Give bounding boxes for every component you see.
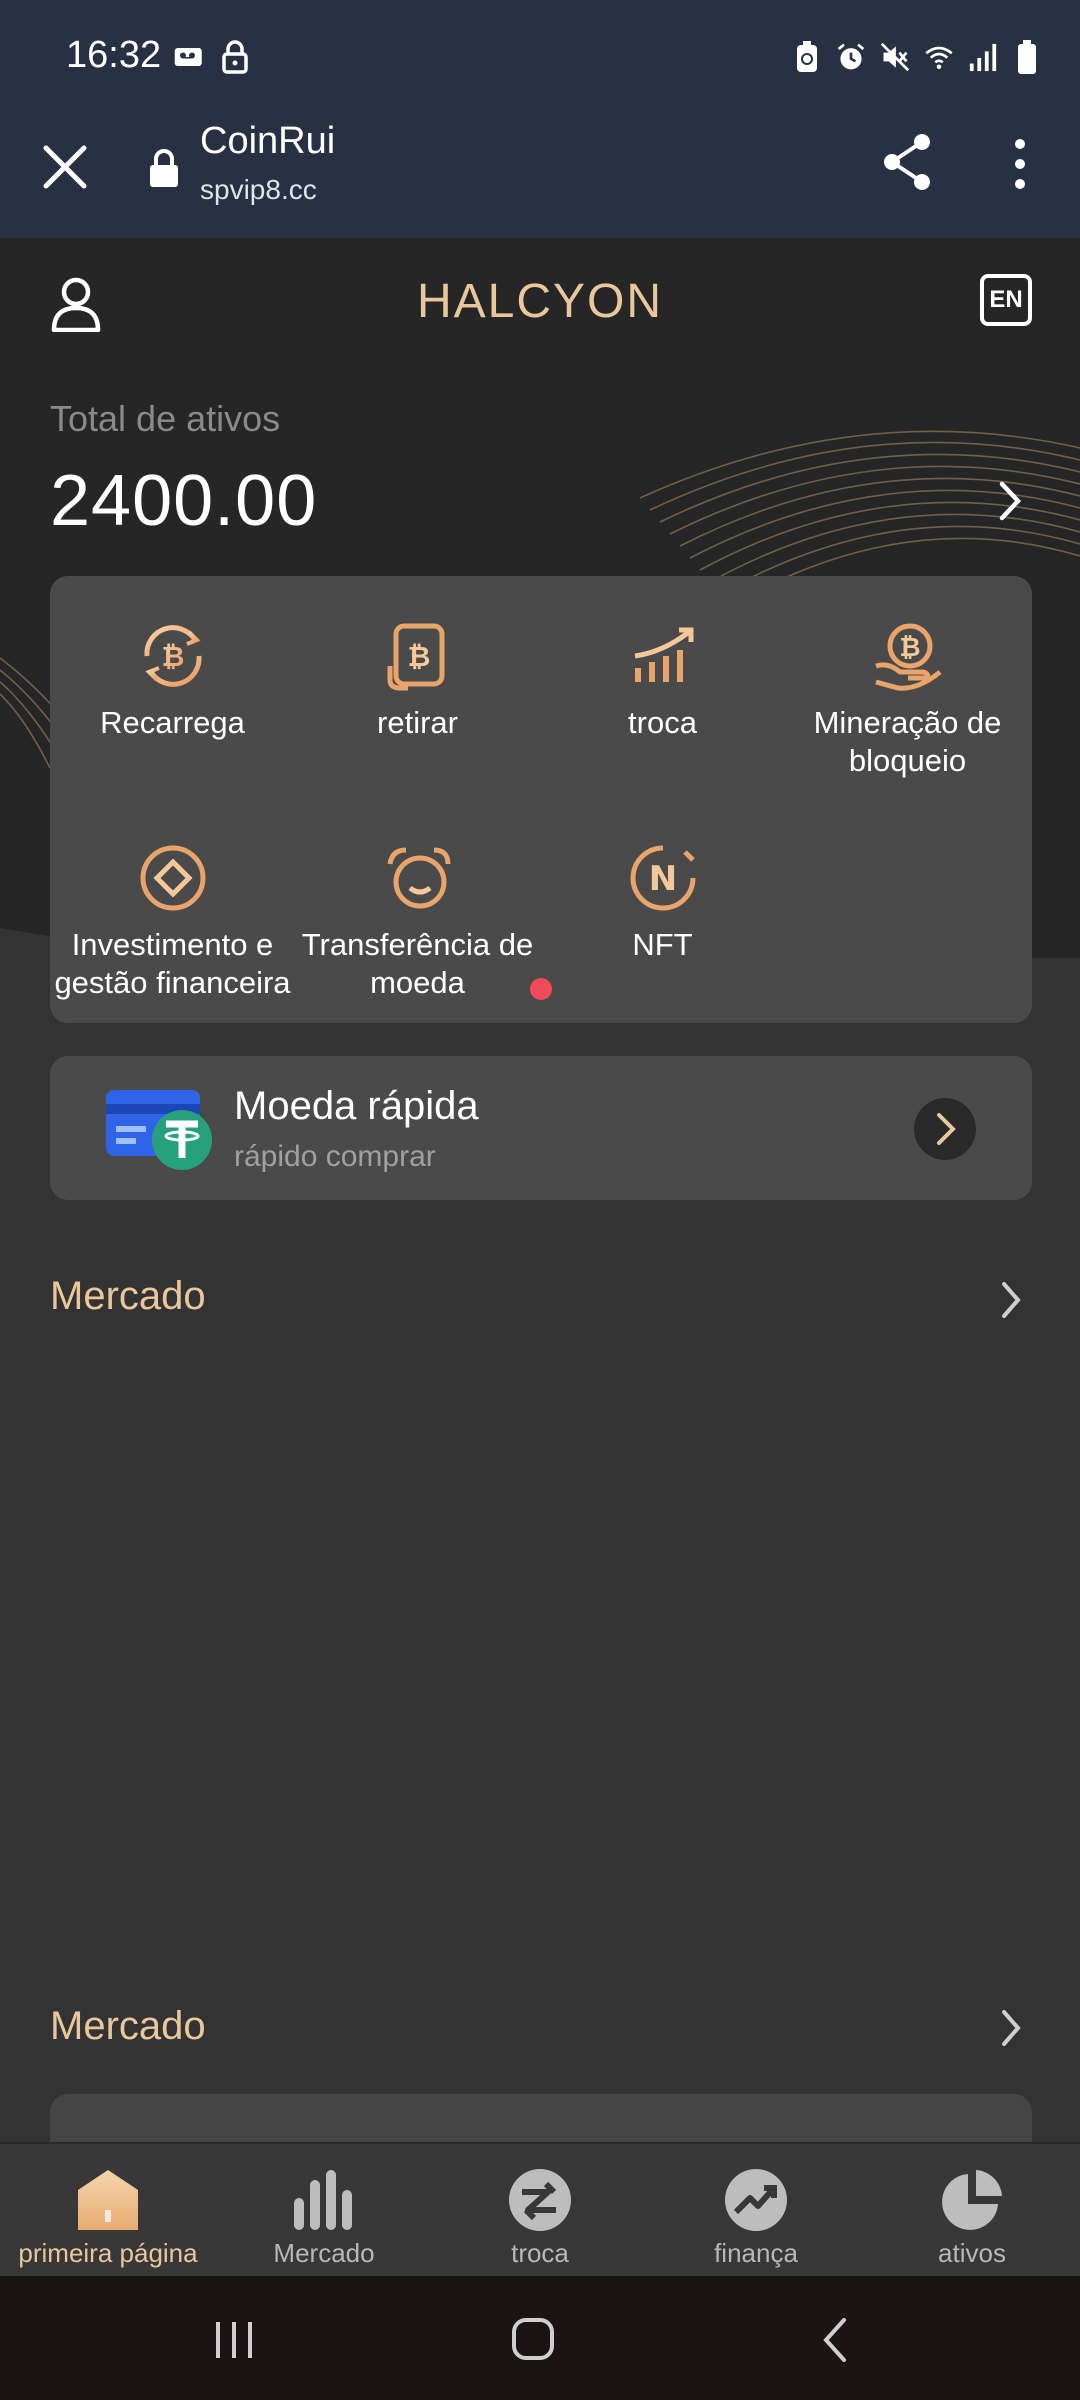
quick-buy-title: Moeda rápida: [234, 1084, 479, 1128]
nav-label: primeira página: [18, 2238, 198, 2268]
status-time: 16:32: [66, 34, 162, 76]
status-right-icons: [792, 40, 1042, 74]
bars-icon: [290, 2166, 358, 2234]
battery-saver-icon: [792, 40, 822, 74]
wifi-icon: [924, 40, 954, 74]
site-title: CoinRui: [200, 120, 336, 162]
nft-icon: N: [623, 838, 703, 918]
action-label: NFT: [632, 927, 693, 962]
action-recharge[interactable]: ₿ Recarrega: [50, 616, 295, 742]
nav-label: troca: [511, 2238, 569, 2268]
chevron-right-icon[interactable]: [996, 1278, 1026, 1322]
share-icon[interactable]: [880, 132, 936, 192]
lock-icon: [148, 148, 180, 188]
assets-value: 2400.00: [50, 461, 318, 541]
chevron-right-icon[interactable]: [914, 1098, 976, 1160]
bitcoin-hand-icon: ₿: [868, 616, 948, 696]
action-investment[interactable]: Investimento e gestão financeira: [50, 838, 295, 1002]
action-label: Mineração de bloqueio: [813, 705, 1002, 778]
svg-text:N: N: [648, 859, 676, 899]
action-trade[interactable]: troca: [540, 616, 785, 742]
alarm-icon: [836, 40, 866, 74]
back-icon[interactable]: [808, 2312, 868, 2368]
action-label: troca: [628, 705, 697, 740]
home-button-icon[interactable]: [504, 2312, 564, 2368]
svg-text:₿: ₿: [161, 640, 184, 673]
action-withdraw[interactable]: ₿ retirar: [295, 616, 540, 742]
nav-home[interactable]: primeira página: [0, 2144, 216, 2278]
alarm-smile-icon: [378, 838, 458, 918]
action-label: retirar: [377, 705, 458, 740]
svg-text:₿: ₿: [899, 633, 920, 663]
bitcoin-refresh-icon: ₿: [133, 616, 213, 696]
browser-bar: CoinRui spvip8.cc: [0, 120, 1080, 238]
nav-label: Mercado: [273, 2238, 375, 2268]
quick-buy-subtitle: rápido comprar: [234, 1140, 436, 1173]
quick-buy-card[interactable]: Moeda rápida rápido comprar: [50, 1056, 1032, 1200]
notification-dot: [530, 978, 552, 1000]
site-url: spvip8.cc: [200, 174, 317, 205]
system-nav-bar: [0, 2276, 1080, 2400]
trade-chart-icon: [623, 616, 703, 696]
nav-trade[interactable]: troca: [432, 2144, 648, 2278]
bitcoin-withdraw-icon: ₿: [378, 616, 458, 696]
home-icon: [74, 2166, 142, 2234]
nav-label: finança: [714, 2238, 798, 2268]
voicemail-icon: [174, 40, 204, 74]
nav-assets[interactable]: ativos: [864, 2144, 1080, 2278]
status-left-icons: [174, 40, 250, 74]
diamond-circle-icon: [133, 838, 213, 918]
browser-chrome: 16:32 CoinRui spvip8.cc: [0, 0, 1080, 238]
trend-icon: [722, 2166, 790, 2234]
assets-label: Total de ativos: [50, 398, 281, 439]
action-nft[interactable]: N NFT: [540, 838, 785, 964]
action-mining[interactable]: ₿ Mineração de bloqueio: [785, 616, 1030, 780]
signal-icon: [968, 40, 998, 74]
chevron-right-icon[interactable]: [996, 2006, 1026, 2050]
mute-icon: [880, 40, 910, 74]
close-icon[interactable]: [40, 142, 90, 192]
market-section-title: Mercado: [50, 1274, 206, 1318]
action-label: Transferência de moeda: [301, 927, 534, 1000]
brand-title: HALCYON: [416, 275, 664, 328]
exchange-icon: [506, 2166, 574, 2234]
more-options-icon[interactable]: [1000, 134, 1040, 194]
chevron-right-icon[interactable]: [990, 476, 1030, 526]
actions-grid: ₿ Recarrega ₿ retirar troca ₿ Mineração …: [50, 576, 1032, 1023]
nav-label: ativos: [938, 2238, 1006, 2268]
battery-icon: [1012, 40, 1042, 74]
nav-market[interactable]: Mercado: [216, 2144, 432, 2278]
pie-icon: [938, 2166, 1006, 2234]
svg-text:₿: ₿: [407, 640, 430, 673]
status-bar: 16:32: [0, 0, 1080, 120]
market-section-title-2: Mercado: [50, 2004, 206, 2048]
bottom-nav: primeira página Mercado troca finança at…: [0, 2142, 1080, 2276]
action-label: Recarrega: [100, 705, 245, 740]
language-button[interactable]: EN: [980, 274, 1032, 326]
card-tether-icon: [102, 1084, 222, 1174]
action-transfer[interactable]: Transferência de moeda: [295, 838, 540, 1002]
nav-finance[interactable]: finança: [648, 2144, 864, 2278]
action-label: Investimento e gestão financeira: [54, 927, 291, 1000]
lock-status-icon: [220, 40, 250, 74]
recent-apps-icon[interactable]: [204, 2312, 264, 2368]
